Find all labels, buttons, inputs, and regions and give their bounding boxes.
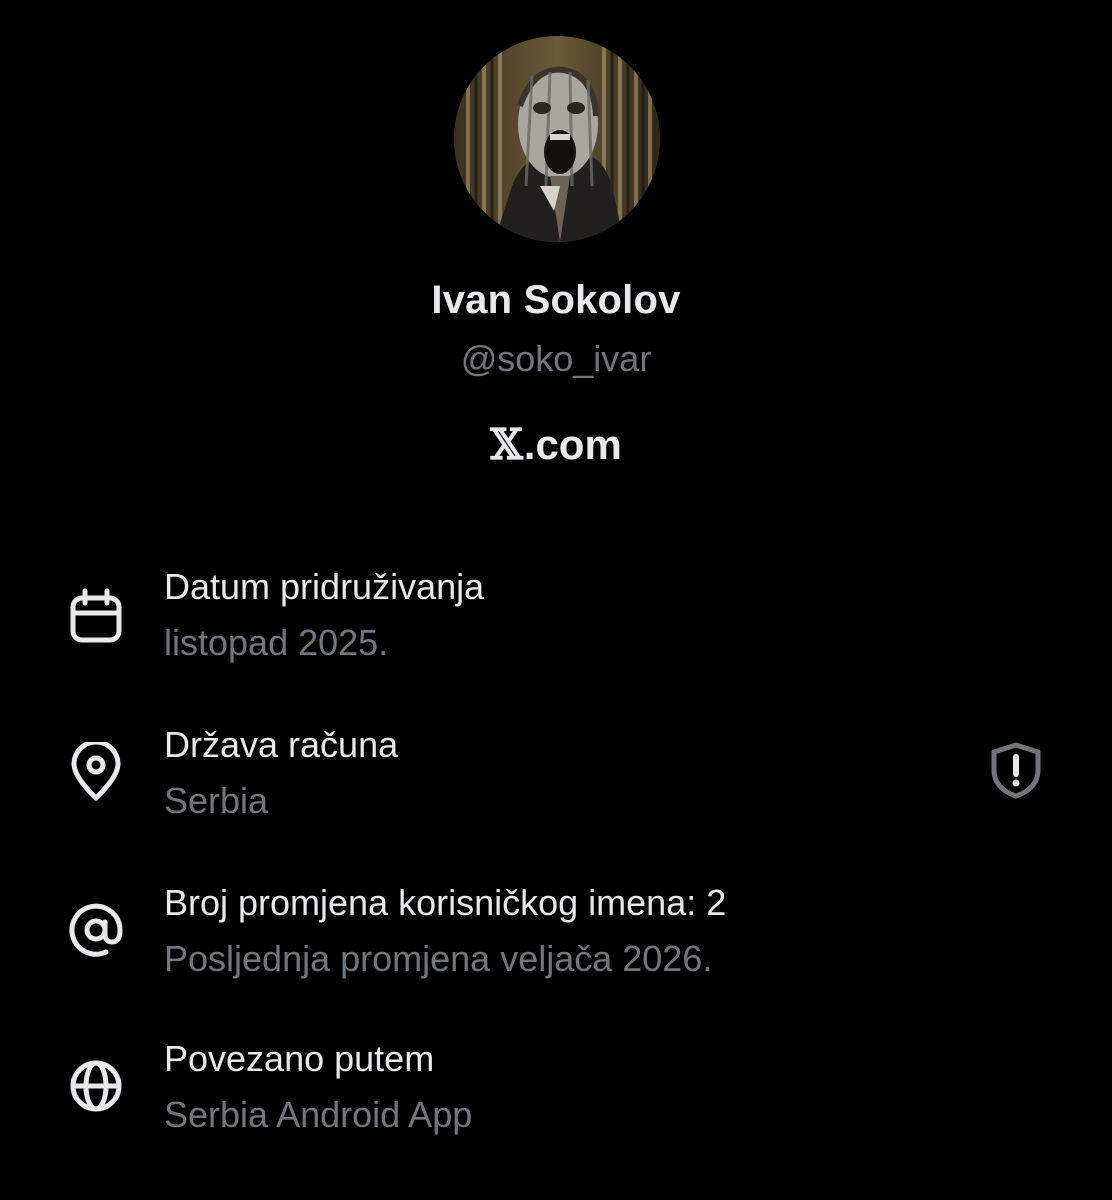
detail-label: Povezano putem [164, 1038, 435, 1079]
shield-alert-icon[interactable] [986, 740, 1046, 800]
detail-row-username-changes: Broj promjena korisničkog imena: 2 Poslj… [0, 882, 1112, 1012]
detail-row-connected-via: Povezano putem Serbia Android App [0, 1038, 1112, 1168]
location-pin-icon [66, 739, 126, 802]
detail-label: Broj promjena korisničkog imena: 2 [164, 882, 727, 923]
detail-label: Država računa [164, 724, 399, 765]
username-handle: @soko_ivar [460, 338, 652, 379]
globe-icon [66, 1056, 126, 1116]
detail-value: Serbia [164, 780, 269, 821]
detail-value: Posljednja promjena veljača 2026. [164, 938, 713, 979]
detail-value: listopad 2025. [164, 622, 389, 663]
calendar-icon [66, 586, 126, 646]
avatar[interactable] [454, 36, 660, 242]
display-name: Ivan Sokolov [431, 278, 681, 322]
detail-row-account-country: Država računa Serbia [0, 724, 1112, 854]
brand-domain-text: .com [523, 421, 622, 468]
detail-label: Datum pridruživanja [164, 566, 485, 607]
x-logo-icon: 𝕏 [490, 420, 523, 469]
detail-row-join-date: Datum pridruživanja listopad 2025. [0, 566, 1112, 696]
avatar-image [454, 36, 660, 242]
at-sign-icon [66, 900, 126, 960]
platform-brand[interactable]: 𝕏.com [0, 420, 1112, 469]
detail-value: Serbia Android App [164, 1094, 473, 1135]
